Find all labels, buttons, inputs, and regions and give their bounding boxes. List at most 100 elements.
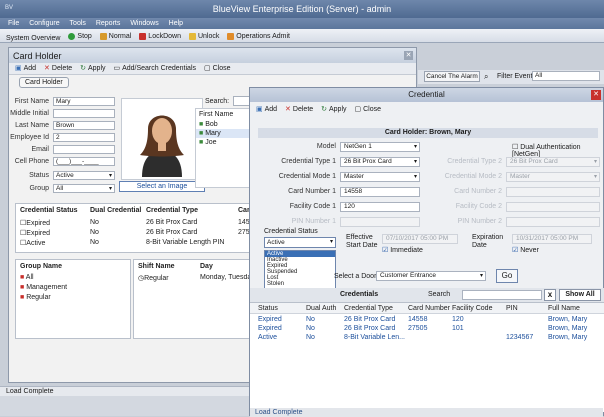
expiration-date-label: Expiration Date	[472, 234, 504, 249]
table-row[interactable]: Expired No 26 Bit Prox Card 27505 101 Br…	[250, 325, 604, 334]
add-search-credentials-button[interactable]: ▭ Add/Search Credentials	[113, 63, 196, 75]
menu-configure[interactable]: Configure	[29, 20, 59, 27]
table-row[interactable]: ◷Regular	[138, 274, 169, 282]
credentials-search-input[interactable]	[462, 290, 542, 300]
credential-type-1-select[interactable]: 26 Bit Prox Card	[340, 157, 420, 167]
card-holder-header: Card Holder: Brown, Mary	[258, 128, 598, 138]
column-header[interactable]: Credential Type	[146, 207, 198, 214]
search-label: Search:	[205, 98, 230, 105]
delete-button[interactable]: ✕ Delete	[285, 104, 313, 116]
close-button[interactable]: ▢ Close	[204, 63, 231, 75]
status-option[interactable]: Stolen	[265, 281, 335, 287]
add-button[interactable]: ▣ Add	[256, 104, 277, 116]
operations-admit-button[interactable]: Operations Admit	[227, 29, 290, 43]
tab-card-holder[interactable]: Card Holder	[19, 77, 69, 88]
pin-number-2-input[interactable]	[506, 217, 600, 227]
table-row[interactable]: ☐Active	[20, 239, 45, 247]
first-name-input[interactable]: Mary	[53, 97, 115, 106]
menu-help[interactable]: Help	[169, 20, 183, 27]
credential-type-2-select[interactable]: 26 Bit Prox Card	[506, 157, 600, 167]
column-header[interactable]: Credential Status	[20, 207, 78, 214]
last-name-input[interactable]: Brown	[53, 121, 115, 130]
list-item[interactable]: ■ All	[20, 274, 34, 281]
add-icon: ▣	[256, 106, 263, 113]
credentials-search-label: Search	[428, 291, 451, 298]
checkbox-icon[interactable]: ☐	[512, 144, 518, 151]
cancel-alarm-button[interactable]: Cancel The Alarm	[424, 71, 480, 82]
credential-mode-2-select[interactable]: Master	[506, 172, 600, 182]
column-header[interactable]: Full Name	[548, 305, 580, 312]
table-row[interactable]: Active No 8-Bit Variable Len... 1234567 …	[250, 334, 604, 343]
stop-button[interactable]: Stop	[68, 29, 92, 43]
day-header[interactable]: Day	[200, 263, 213, 270]
menu-file[interactable]: File	[8, 20, 19, 27]
employee-id-input[interactable]: 2	[53, 133, 115, 142]
shift-name-header[interactable]: Shift Name	[138, 263, 175, 270]
column-header[interactable]: Dual Credential	[90, 207, 141, 214]
column-header[interactable]: Credential Type	[344, 305, 393, 312]
table-row[interactable]: Expired No 26 Bit Prox Card 14558 120 Br…	[250, 316, 604, 325]
delete-button[interactable]: ✕ Delete	[44, 63, 72, 75]
list-item[interactable]: ■ Regular	[20, 294, 51, 301]
column-header[interactable]: Status	[258, 305, 278, 312]
never-checkbox[interactable]: ☑ Never	[512, 246, 539, 254]
immediate-checkbox[interactable]: ☑ Immediate	[382, 246, 423, 254]
expiration-date-input[interactable]: 10/31/2017 05:00 PM	[512, 234, 592, 244]
menu-tools[interactable]: Tools	[70, 20, 86, 27]
model-label: Model	[316, 143, 336, 150]
add-button[interactable]: ▣ Add	[15, 63, 36, 75]
column-header[interactable]: Facility Code	[452, 305, 492, 312]
menu-windows[interactable]: Windows	[130, 20, 158, 27]
card-number-2-input[interactable]	[506, 187, 600, 197]
person-icon: ■	[199, 139, 204, 146]
menu-reports[interactable]: Reports	[96, 20, 121, 27]
unlock-button[interactable]: Unlock	[188, 29, 219, 43]
list-item[interactable]: ■ Management	[20, 284, 67, 291]
close-button[interactable]: ▢ Close	[354, 104, 381, 116]
filter-events-input[interactable]: All	[532, 71, 600, 81]
group-name-header[interactable]: Group Name	[20, 263, 62, 270]
apply-button[interactable]: ↻ Apply	[80, 63, 105, 75]
credentials-grid: Status Dual Auth Credential Type Card Nu…	[250, 302, 604, 412]
clear-search-button[interactable]: x	[544, 289, 556, 301]
lockdown-button[interactable]: LockDown	[139, 29, 181, 43]
group-icon: ■	[20, 284, 25, 291]
card-number-1-input[interactable]: 14558	[340, 187, 420, 197]
pin-number-1-input[interactable]	[340, 217, 420, 227]
table-row[interactable]: ☐Expired	[20, 219, 50, 227]
close-icon[interactable]: ✕	[591, 90, 601, 100]
cell: 8-Bit Variable Len...	[344, 334, 405, 341]
door-select[interactable]: Customer Entrance	[376, 271, 486, 281]
normal-button[interactable]: Normal	[99, 29, 131, 43]
status-select[interactable]: Active	[53, 171, 115, 180]
column-header[interactable]: Car	[238, 207, 250, 214]
column-header[interactable]: Card Number	[408, 305, 450, 312]
credential-mode-1-select[interactable]: Master	[340, 172, 420, 182]
cell-phone-input[interactable]: (___)___-____	[53, 157, 115, 166]
groups-grid: Group Name ■ All ■ Management ■ Regular	[15, 259, 131, 339]
facility-code-1-input[interactable]: 120	[340, 202, 420, 212]
model-select[interactable]: NetGen 1	[340, 142, 420, 152]
system-overview-button[interactable]: System Overview	[6, 31, 60, 45]
cell: Monday, Tuesda	[200, 274, 252, 281]
go-button[interactable]: Go	[496, 269, 518, 283]
credential-type-2-label: Credential Type 2	[447, 158, 502, 165]
middle-initial-input[interactable]	[53, 109, 115, 118]
show-all-button[interactable]: Show All	[559, 289, 601, 301]
cell: Brown, Mary	[548, 325, 588, 332]
apply-button[interactable]: ↻ Apply	[321, 104, 346, 116]
select-image-button[interactable]: Select an Image	[119, 181, 205, 192]
column-header[interactable]: Dual Auth	[306, 305, 336, 312]
column-header[interactable]: PIN	[506, 305, 518, 312]
email-input[interactable]	[53, 145, 115, 154]
facility-code-2-input[interactable]	[506, 202, 600, 212]
dual-authentication-checkbox[interactable]: ☐ Dual Authentication [NetGen]	[512, 143, 603, 158]
table-row[interactable]: ☐Expired	[20, 229, 50, 237]
close-icon[interactable]: ✕	[404, 51, 413, 60]
effective-date-input[interactable]: 07/10/2017 05:00 PM	[382, 234, 458, 244]
checkbox-checked-icon[interactable]: ☑	[512, 247, 518, 254]
credential-status-select[interactable]: Active	[264, 237, 336, 248]
employee-id-label: Employee Id	[10, 134, 49, 141]
checkbox-checked-icon[interactable]: ☑	[382, 247, 388, 254]
group-select[interactable]: All	[53, 184, 115, 193]
